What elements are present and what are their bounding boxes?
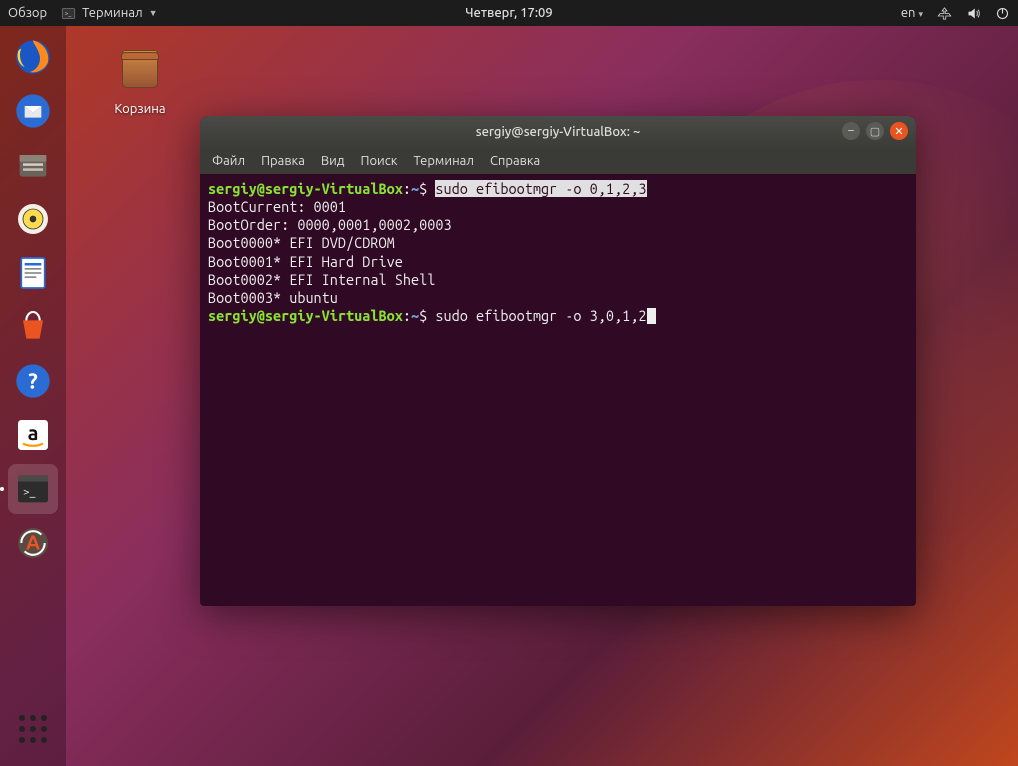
trash-icon (119, 50, 161, 98)
terminal-content[interactable]: sergiy@sergiy-VirtualBox:~$ sudo efiboot… (200, 174, 916, 331)
menu-file[interactable]: Файл (212, 154, 245, 168)
svg-text:?: ? (28, 370, 38, 394)
launcher-writer[interactable] (8, 248, 58, 298)
terminal-cursor (647, 308, 656, 324)
menu-terminal[interactable]: Терминал (413, 154, 473, 168)
launcher-files[interactable] (8, 140, 58, 190)
launcher-help[interactable]: ? (8, 356, 58, 406)
show-applications-button[interactable] (8, 704, 58, 754)
window-maximize-button[interactable]: ▢ (866, 122, 884, 140)
out-line: Boot0003* ubuntu (208, 289, 338, 306)
menu-search[interactable]: Поиск (360, 154, 397, 168)
svg-text:A: A (26, 531, 40, 554)
prompt-path: ~ (411, 307, 419, 324)
window-title: sergiy@sergiy-VirtualBox: ~ (476, 125, 641, 139)
window-close-button[interactable]: ✕ (890, 122, 908, 140)
desktop-trash-label: Корзина (100, 102, 180, 116)
input-lang[interactable]: en ▾ (901, 6, 923, 20)
svg-text:a: a (28, 421, 39, 444)
window-minimize-button[interactable]: – (842, 122, 860, 140)
clock[interactable]: Четверг, 17:09 (465, 6, 552, 20)
activities-button[interactable]: Обзор (8, 6, 47, 20)
top-panel: Обзор >_ Терминал ▼ Четверг, 17:09 en ▾ (0, 0, 1018, 26)
prompt-user: sergiy@sergiy-VirtualBox (208, 180, 403, 197)
prompt-user: sergiy@sergiy-VirtualBox (208, 307, 403, 324)
menu-edit[interactable]: Правка (261, 154, 305, 168)
network-icon[interactable] (937, 6, 952, 21)
menu-help[interactable]: Справка (490, 154, 540, 168)
window-titlebar[interactable]: sergiy@sergiy-VirtualBox: ~ – ▢ ✕ (200, 116, 916, 148)
prompt-path: ~ (411, 180, 419, 197)
svg-text:>_: >_ (23, 486, 36, 499)
out-line: BootOrder: 0000,0001,0002,0003 (208, 216, 452, 233)
chevron-down-icon: ▾ (918, 9, 923, 19)
launcher-software[interactable] (8, 302, 58, 352)
cmd-1: sudo efibootmgr -o 0,1,2,3 (435, 180, 646, 197)
launcher-amazon[interactable]: a (8, 410, 58, 460)
menu-view[interactable]: Вид (321, 154, 345, 168)
terminal-icon: >_ (61, 6, 76, 21)
out-line: Boot0001* EFI Hard Drive (208, 253, 403, 270)
svg-text:>_: >_ (65, 10, 73, 17)
power-icon[interactable] (995, 6, 1010, 21)
launcher-rhythmbox[interactable] (8, 194, 58, 244)
launcher-dock: ? a >_ A (0, 26, 66, 766)
cmd-2: sudo efibootmgr -o 3,0,1,2 (435, 307, 646, 324)
out-line: Boot0000* EFI DVD/CDROM (208, 234, 395, 251)
out-line: Boot0002* EFI Internal Shell (208, 271, 435, 288)
desktop-trash[interactable]: Корзина (100, 40, 180, 116)
launcher-terminal[interactable]: >_ (8, 464, 58, 514)
launcher-thunderbird[interactable] (8, 86, 58, 136)
out-line: BootCurrent: 0001 (208, 198, 346, 215)
launcher-firefox[interactable] (8, 32, 58, 82)
app-menu-label: Терминал (82, 6, 142, 20)
app-menu[interactable]: >_ Терминал ▼ (61, 6, 157, 21)
menu-bar: Файл Правка Вид Поиск Терминал Справка (200, 148, 916, 174)
chevron-down-icon: ▼ (149, 8, 158, 18)
terminal-window: sergiy@sergiy-VirtualBox: ~ – ▢ ✕ Файл П… (200, 116, 916, 606)
volume-icon[interactable] (966, 6, 981, 21)
launcher-updater[interactable]: A (8, 518, 58, 568)
